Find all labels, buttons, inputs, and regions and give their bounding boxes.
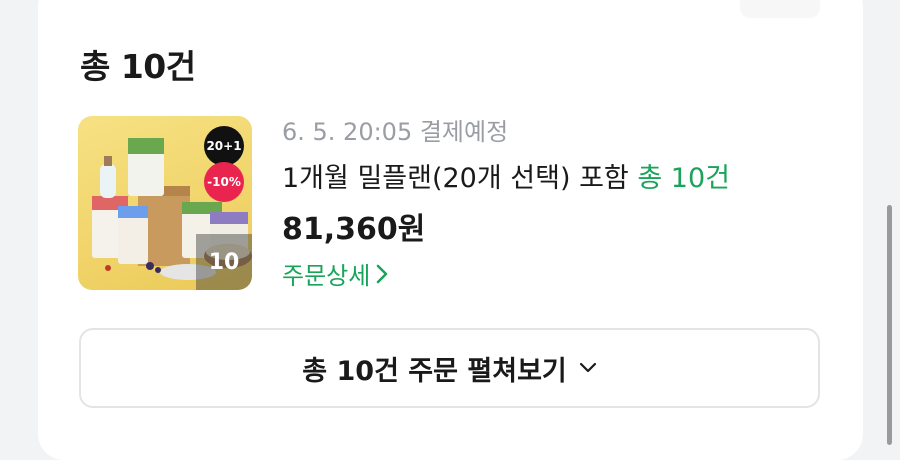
product-name: 1개월 밀플랜(20개 선택) 포함: [282, 163, 629, 194]
order-price: 81,360원: [282, 212, 426, 247]
bundle-badge: 20+1: [204, 126, 244, 166]
expand-orders-button[interactable]: 총 10건 주문 펼쳐보기: [79, 328, 820, 408]
chevron-down-icon: [579, 362, 596, 373]
discount-badge: -10%: [204, 162, 244, 202]
top-edge-shadow: [740, 0, 820, 18]
expand-orders-label: 총 10건 주문 펼쳐보기: [302, 355, 567, 387]
chevron-right-icon: [377, 264, 388, 283]
item-count-overlay: 10: [196, 234, 252, 290]
order-detail-label: 주문상세: [282, 262, 371, 290]
vertical-scrollbar[interactable]: [887, 205, 892, 445]
payment-schedule: 6. 5. 20:05 결제예정: [282, 118, 509, 146]
total-count-title: 총 10건: [80, 47, 196, 86]
order-detail-link[interactable]: 주문상세: [282, 256, 388, 291]
product-total-count: 총 10건: [637, 163, 730, 194]
product-summary: 1개월 밀플랜(20개 선택) 포함 총 10건: [282, 156, 730, 195]
product-thumbnail[interactable]: 20+1 -10% 10: [78, 116, 252, 290]
